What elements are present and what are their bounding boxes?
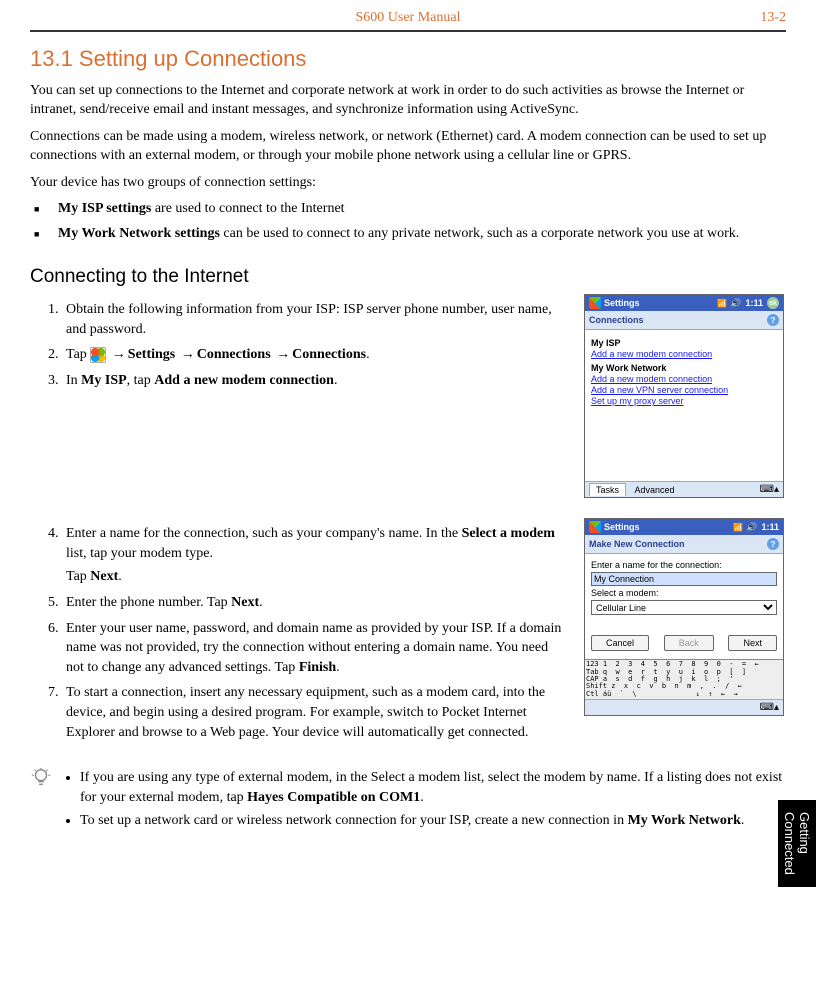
help-icon: ? (767, 538, 779, 550)
pda2-time: 1:11 (761, 522, 779, 532)
lightbulb-icon (30, 764, 54, 835)
help-icon: ? (767, 314, 779, 326)
section-title: 13.1 Setting up Connections (30, 46, 786, 72)
tip-1: If you are using any type of external mo… (80, 768, 786, 807)
intro-para-3: Your device has two groups of connection… (30, 174, 786, 193)
intro-para-2: Connections can be made using a modem, w… (30, 128, 786, 166)
speaker-icon: 🔊 (746, 522, 757, 533)
pda1-work-link-2[interactable]: Add a new VPN server connection (591, 385, 777, 395)
pda2-label-name: Enter a name for the connection: (591, 560, 777, 570)
header-center: S600 User Manual (90, 10, 726, 26)
cancel-button[interactable]: Cancel (591, 635, 649, 651)
select-modem[interactable]: Cellular Line (591, 600, 777, 615)
ok-icon: ok (767, 297, 779, 309)
speaker-icon: 🔊 (730, 298, 741, 309)
header-page: 13-2 (726, 10, 786, 26)
pda1-tab-tasks[interactable]: Tasks (589, 483, 626, 496)
step-1: Obtain the following information from yo… (62, 300, 568, 339)
on-screen-keyboard[interactable]: 123 1 2 3 4 5 6 7 8 9 0 - = ← Tab q w e … (585, 659, 783, 699)
subhead-connecting: Connecting to the Internet (30, 266, 786, 288)
signal-icon: 📶 (733, 523, 742, 532)
step-6: Enter your user name, password, and doma… (62, 619, 568, 678)
sip-icon[interactable]: ⌨▴ (760, 484, 779, 495)
group-item-isp: My ISP settings are used to connect to t… (48, 200, 786, 219)
signal-icon: 📶 (717, 299, 726, 308)
pda2-label-modem: Select a modem: (591, 588, 777, 598)
pda1-work-link-1[interactable]: Add a new modem connection (591, 374, 777, 384)
pda1-subheader: Connections (589, 315, 644, 325)
screenshot-connections: Settings 📶 🔊 1:11 ok Connections ? My IS… (584, 294, 784, 498)
start-icon (90, 347, 106, 363)
pda1-time: 1:11 (745, 298, 763, 308)
group-work-label: My Work Network settings (58, 226, 220, 241)
tip-2: To set up a network card or wireless net… (80, 811, 786, 831)
back-button: Back (664, 635, 714, 651)
pda1-work-link-3[interactable]: Set up my proxy server (591, 396, 777, 406)
next-button[interactable]: Next (728, 635, 777, 651)
sip-icon[interactable]: ⌨▴ (760, 702, 779, 713)
connection-name-input[interactable] (591, 572, 777, 586)
pda2-subheader: Make New Connection (589, 539, 685, 549)
step-2: Tap →Settings →Connections →Connections. (62, 345, 568, 365)
pda2-app-title: Settings (604, 522, 640, 532)
windows-logo-icon (589, 297, 601, 309)
group-isp-label: My ISP settings (58, 201, 151, 216)
pda1-app-title: Settings (604, 298, 640, 308)
pda1-isp-label: My ISP (591, 338, 777, 348)
step-3: In My ISP, tap Add a new modem connectio… (62, 371, 568, 391)
pda1-isp-link[interactable]: Add a new modem connection (591, 349, 777, 359)
screenshot-make-new-connection: Settings 📶 🔊 1:11 Make New Connection ? … (584, 518, 784, 716)
step-5: Enter the phone number. Tap Next. (62, 593, 568, 613)
windows-logo-icon (589, 521, 601, 533)
intro-para-1: You can set up connections to the Intern… (30, 82, 786, 120)
group-item-work: My Work Network settings can be used to … (48, 225, 786, 244)
pda1-tab-advanced[interactable]: Advanced (629, 484, 681, 496)
step-7: To start a connection, insert any necess… (62, 683, 568, 742)
pda1-work-label: My Work Network (591, 363, 777, 373)
step-4: Enter a name for the connection, such as… (62, 524, 568, 587)
side-tab-getting-connected: Getting Connected (778, 800, 816, 887)
